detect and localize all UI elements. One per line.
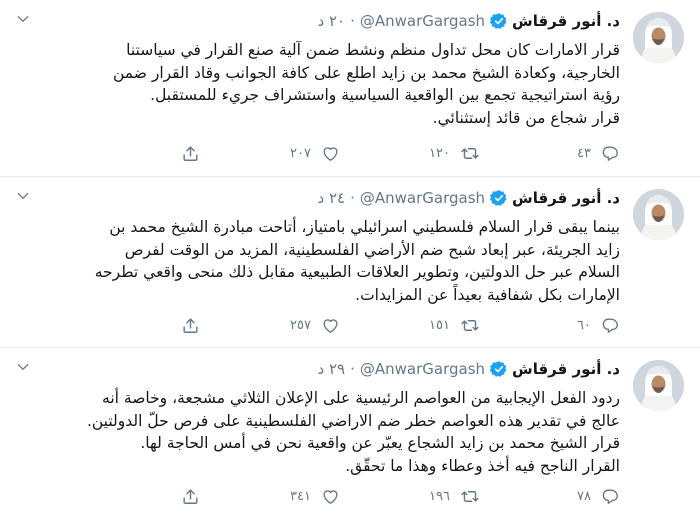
retweet-button[interactable]: ١٢٠ [340, 144, 480, 163]
like-button[interactable]: ٢٥٧ [200, 316, 340, 335]
tweet-line: القرار الناجح فيه أخذ وعطاء وهذا ما تحقّ… [345, 456, 620, 475]
reply-icon [601, 487, 620, 506]
timestamp[interactable]: ٢٠ د [318, 12, 346, 30]
tweet-text: ردود الفعل الإيجابية من العواصم الرئيسية… [28, 387, 620, 477]
reply-button[interactable]: ٧٨ [480, 487, 620, 506]
tweet-line: زايد الجريئة، عبر إبعاد شبح ضم الأراضي ا… [124, 240, 620, 259]
tweet-header: د. أنور قرقاش @AnwarGargash · ٢٠ د [318, 10, 620, 32]
tweet[interactable]: د. أنور قرقاش @AnwarGargash · ٢٠ د قرار … [0, 0, 700, 177]
author-name[interactable]: د. أنور قرقاش [512, 12, 620, 30]
avatar[interactable] [633, 189, 684, 240]
like-count: ٢٠٧ [290, 145, 311, 161]
reply-icon [601, 316, 620, 335]
author-handle[interactable]: @AnwarGargash [360, 360, 485, 378]
author-name[interactable]: د. أنور قرقاش [512, 189, 620, 207]
verified-icon [490, 12, 508, 30]
reply-icon [601, 144, 620, 163]
reply-count: ٧٨ [577, 488, 591, 504]
timestamp[interactable]: ٢٩ د [318, 360, 346, 378]
retweet-icon [460, 487, 480, 506]
like-count: ٢٥٧ [290, 317, 311, 333]
separator-dot: · [350, 12, 355, 30]
like-icon [321, 316, 340, 335]
share-icon [181, 316, 200, 335]
tweet-line: ردود الفعل الإيجابية من العواصم الرئيسية… [102, 389, 620, 407]
tweet-actions: ٦٠ ١٥١ ٢٥٧ [93, 315, 620, 335]
like-icon [321, 144, 340, 163]
chevron-down-icon[interactable] [14, 10, 32, 28]
tweet-line: قرار شجاع من قائد إستثنائي. [432, 108, 620, 127]
separator-dot: · [350, 189, 355, 207]
share-button[interactable] [181, 487, 200, 506]
tweet-text: قرار الامارات كان محل تداول منظم ونشط ضم… [28, 39, 620, 129]
tweet-actions: ٤٣ ١٢٠ ٢٠٧ [93, 143, 620, 163]
tweet-header: د. أنور قرقاش @AnwarGargash · ٢٤ د [318, 187, 620, 209]
tweet-actions: ٧٨ ١٩٦ ٣٤١ [93, 486, 620, 506]
tweet-feed: د. أنور قرقاش @AnwarGargash · ٢٠ د قرار … [0, 0, 700, 519]
tweet-line: رؤية استراتيجية تجمع بين الواقعية السياس… [150, 86, 620, 104]
tweet-line: الإمارات بكل شفافية بعيداً عن المزايدات. [355, 285, 620, 304]
tweet-line: بينما يبقى قرار السلام فلسطيني اسرائيلي … [109, 218, 620, 236]
tweet-text: بينما يبقى قرار السلام فلسطيني اسرائيلي … [28, 216, 620, 306]
reply-count: ٤٣ [577, 145, 591, 161]
author-handle[interactable]: @AnwarGargash [360, 12, 485, 30]
avatar[interactable] [633, 360, 684, 411]
avatar[interactable] [633, 12, 684, 63]
tweet-line: قرار الامارات كان محل تداول منظم ونشط ضم… [126, 41, 620, 59]
tweet-line: عالج في تقدير هذه العواصم خطر ضم الاراضي… [86, 411, 620, 430]
retweet-count: ١٩٦ [429, 488, 450, 504]
tweet[interactable]: د. أنور قرقاش @AnwarGargash · ٢٩ د ردود … [0, 348, 700, 519]
retweet-button[interactable]: ١٥١ [340, 316, 480, 335]
retweet-count: ١٥١ [429, 317, 450, 333]
tweet[interactable]: د. أنور قرقاش @AnwarGargash · ٢٤ د بينما… [0, 177, 700, 348]
tweet-line: الخارجية، وكعادة الشيخ محمد بن زايد اطلع… [112, 63, 620, 82]
share-button[interactable] [181, 144, 200, 163]
author-name[interactable]: د. أنور قرقاش [512, 360, 620, 378]
retweet-icon [460, 316, 480, 335]
verified-icon [490, 189, 508, 207]
like-count: ٣٤١ [290, 488, 311, 504]
chevron-down-icon[interactable] [14, 358, 32, 376]
author-handle[interactable]: @AnwarGargash [360, 189, 485, 207]
share-icon [181, 487, 200, 506]
retweet-count: ١٢٠ [429, 145, 450, 161]
verified-icon [490, 360, 508, 378]
reply-button[interactable]: ٦٠ [480, 316, 620, 335]
timestamp[interactable]: ٢٤ د [318, 189, 346, 207]
retweet-icon [460, 144, 480, 163]
separator-dot: · [350, 360, 355, 378]
reply-button[interactable]: ٤٣ [480, 144, 620, 163]
chevron-down-icon[interactable] [14, 187, 32, 205]
tweet-line: قرار الشيخ محمد بن زايد الشجاع يعبّر عن … [140, 434, 620, 452]
reply-count: ٦٠ [577, 317, 591, 333]
tweet-line: السلام عبر حل الدولتين، وتطوير العلاقات … [94, 263, 620, 281]
retweet-button[interactable]: ١٩٦ [340, 487, 480, 506]
share-icon [181, 144, 200, 163]
like-icon [321, 487, 340, 506]
like-button[interactable]: ٢٠٧ [200, 144, 340, 163]
like-button[interactable]: ٣٤١ [200, 487, 340, 506]
share-button[interactable] [181, 316, 200, 335]
tweet-header: د. أنور قرقاش @AnwarGargash · ٢٩ د [318, 358, 620, 380]
